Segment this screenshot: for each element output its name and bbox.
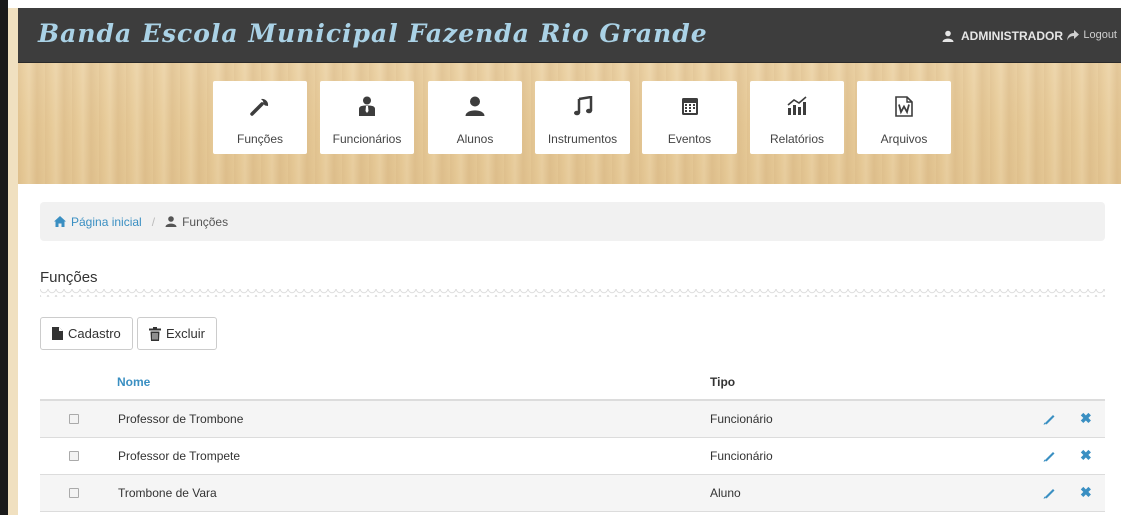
cell-tipo: Funcionário — [710, 449, 773, 463]
cell-nome: Professor de Trombone — [118, 412, 244, 426]
menu-item-instrumentos[interactable]: Instrumentos — [535, 81, 630, 154]
menu-label: Relatórios — [769, 132, 825, 146]
trash-icon — [149, 326, 161, 341]
music-icon — [573, 96, 592, 116]
user-icon — [165, 216, 177, 227]
edit-button[interactable] — [1043, 449, 1056, 465]
menu-item-eventos[interactable]: Eventos — [642, 81, 737, 154]
stats-icon — [787, 96, 807, 115]
cell-nome: Trombone de Vara — [118, 486, 217, 500]
excluir-label: Excluir — [166, 326, 206, 341]
menu-label: Instrumentos — [547, 132, 618, 146]
table-row: Trombone de Vara Aluno ✖ — [40, 475, 1105, 512]
cadastro-label: Cadastro — [68, 326, 121, 341]
delete-button[interactable]: ✖ — [1080, 484, 1092, 501]
table-header: Nome Tipo — [40, 369, 1105, 401]
brand-title[interactable]: Banda Escola Municipal Fazenda Rio Grand… — [38, 19, 708, 48]
menu-item-alunos[interactable]: Alunos — [428, 81, 522, 154]
pencil-icon — [1043, 489, 1055, 499]
column-header-nome[interactable]: Nome — [117, 375, 150, 389]
delete-button[interactable]: ✖ — [1080, 410, 1092, 427]
menu-item-relatorios[interactable]: Relatórios — [750, 81, 844, 154]
row-checkbox[interactable] — [69, 488, 79, 498]
user-icon — [942, 30, 954, 42]
table-row: Professor de Trombone Funcionário ✖ — [40, 401, 1105, 438]
cell-nome: Professor de Trompete — [118, 449, 241, 463]
share-arrow-icon — [1067, 29, 1080, 40]
page-title: Funções — [40, 269, 98, 286]
logout-label: Logout — [1083, 29, 1117, 41]
main-content: Página inicial / Funções Funções Cadastr… — [18, 184, 1121, 515]
row-checkbox[interactable] — [69, 451, 79, 461]
menu-item-arquivos[interactable]: Arquivos — [857, 81, 951, 154]
top-border — [0, 0, 1121, 8]
edit-button[interactable] — [1043, 486, 1056, 502]
column-header-tipo: Tipo — [710, 375, 736, 389]
home-icon — [54, 216, 66, 227]
wavy-divider — [40, 289, 1105, 297]
file-icon — [52, 327, 63, 340]
close-icon: ✖ — [1080, 410, 1092, 426]
pencil-icon — [1043, 415, 1055, 425]
table-row: Professor de Trompete Funcionário ✖ — [40, 438, 1105, 475]
logout-link[interactable]: Logout — [1067, 29, 1117, 41]
menu-label: Arquivos — [880, 132, 928, 146]
user-menu[interactable]: ADMINISTRADOR — [942, 29, 1063, 43]
left-border — [0, 0, 8, 515]
close-icon: ✖ — [1080, 447, 1092, 463]
user-name: ADMINISTRADOR — [961, 29, 1063, 43]
menu-item-funcionarios[interactable]: Funcionários — [320, 81, 414, 154]
top-navbar: Banda Escola Municipal Fazenda Rio Grand… — [18, 8, 1121, 63]
menu-label: Funcionários — [332, 132, 402, 146]
word-file-icon — [895, 95, 913, 117]
close-icon: ✖ — [1080, 484, 1092, 500]
menu-label: Eventos — [667, 132, 712, 146]
row-checkbox[interactable] — [69, 414, 79, 424]
menu-item-funcoes[interactable]: Funções — [213, 81, 307, 154]
calendar-icon — [681, 98, 698, 115]
breadcrumb-current-label: Funções — [182, 214, 229, 229]
breadcrumb-separator: / — [151, 214, 156, 229]
breadcrumb-home[interactable]: Página inicial — [54, 215, 142, 229]
menu-label: Alunos — [456, 132, 494, 146]
menu-banner: Funções Funcionários Alunos Instrumentos… — [18, 63, 1121, 184]
menu-label: Funções — [236, 132, 284, 146]
delete-button[interactable]: ✖ — [1080, 447, 1092, 464]
edit-button[interactable] — [1043, 412, 1056, 428]
breadcrumb: Página inicial / Funções — [40, 202, 1105, 241]
user-icon — [465, 96, 485, 116]
breadcrumb-home-label: Página inicial — [71, 214, 142, 229]
breadcrumb-current: Funções — [165, 215, 228, 229]
cell-tipo: Funcionário — [710, 412, 773, 426]
employee-icon — [359, 96, 375, 116]
cadastro-button[interactable]: Cadastro — [40, 317, 133, 350]
pencil-icon — [1043, 452, 1055, 462]
wrench-icon — [250, 98, 269, 116]
excluir-button[interactable]: Excluir — [137, 317, 218, 350]
cell-tipo: Aluno — [710, 486, 741, 500]
